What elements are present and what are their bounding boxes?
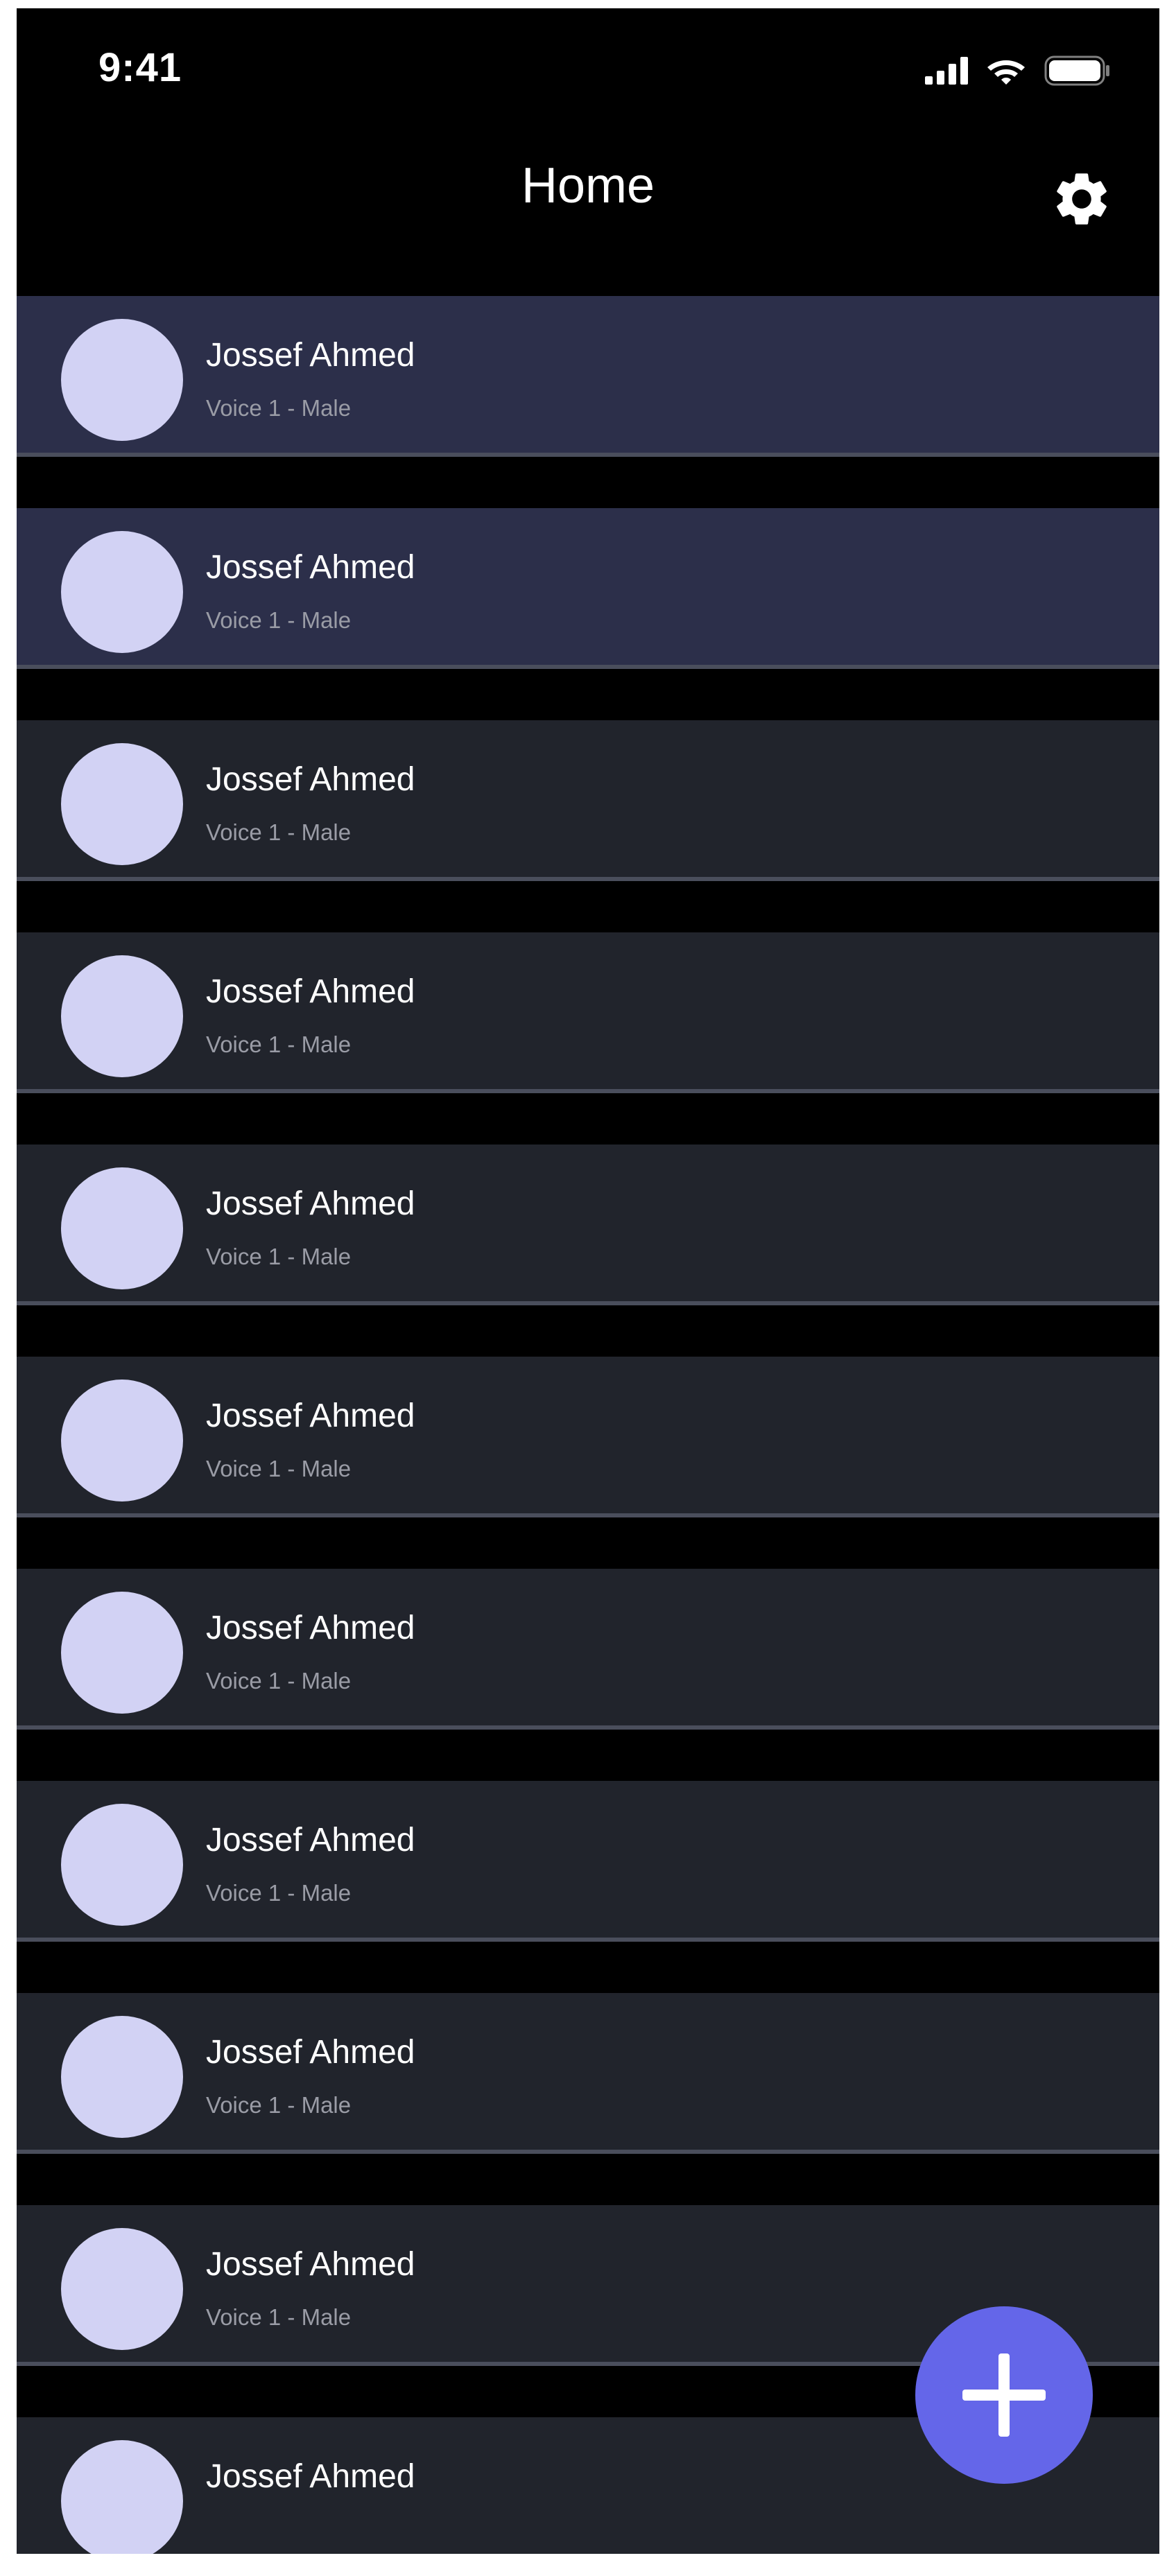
phone-screen: 9:41 Home Jossef Ahmed Voice 1 - Male Jo…	[17, 8, 1159, 2554]
list-item[interactable]: Jossef Ahmed Voice 1 - Male	[17, 508, 1159, 669]
contact-name: Jossef Ahmed	[206, 1822, 415, 1859]
settings-button[interactable]	[1050, 167, 1114, 231]
avatar	[61, 743, 183, 865]
contact-name: Jossef Ahmed	[206, 2458, 415, 2495]
avatar	[61, 1592, 183, 1714]
avatar	[61, 1167, 183, 1289]
avatar	[61, 2016, 183, 2138]
list-item[interactable]: Jossef Ahmed Voice 1 - Male	[17, 1357, 1159, 1517]
avatar	[61, 955, 183, 1077]
list-item[interactable]: Jossef Ahmed Voice 1 - Male	[17, 296, 1159, 457]
list-item[interactable]: Jossef Ahmed Voice 1 - Male	[17, 932, 1159, 1093]
contact-voice: Voice 1 - Male	[206, 607, 352, 633]
contact-name: Jossef Ahmed	[206, 549, 415, 586]
status-icons	[925, 55, 1111, 86]
contact-name: Jossef Ahmed	[206, 337, 415, 374]
add-contact-button[interactable]	[915, 2306, 1093, 2484]
contact-name: Jossef Ahmed	[206, 761, 415, 798]
contact-name: Jossef Ahmed	[206, 973, 415, 1010]
contact-voice: Voice 1 - Male	[206, 1880, 352, 1906]
list-item[interactable]: Jossef Ahmed Voice 1 - Male	[17, 1569, 1159, 1730]
status-bar: 9:41	[17, 8, 1159, 130]
avatar	[61, 319, 183, 441]
contact-voice: Voice 1 - Male	[206, 395, 352, 421]
contact-voice: Voice 1 - Male	[206, 819, 352, 845]
contact-voice: Voice 1 - Male	[206, 1456, 352, 1481]
contact-voice: Voice 1 - Male	[206, 1032, 352, 1057]
avatar	[61, 1380, 183, 1502]
list-item[interactable]: Jossef Ahmed Voice 1 - Male	[17, 1145, 1159, 1305]
contact-name: Jossef Ahmed	[206, 1610, 415, 1646]
list-item[interactable]: Jossef Ahmed Voice 1 - Male	[17, 1993, 1159, 2154]
contact-voice: Voice 1 - Male	[206, 2092, 352, 2118]
contact-name: Jossef Ahmed	[206, 1398, 415, 1434]
list-item[interactable]: Jossef Ahmed Voice 1 - Male	[17, 1781, 1159, 1942]
contact-list: Jossef Ahmed Voice 1 - Male Jossef Ahmed Vo…	[17, 296, 1159, 2554]
gear-icon	[1057, 173, 1107, 225]
avatar	[61, 2440, 183, 2554]
contact-name: Jossef Ahmed	[206, 2246, 415, 2283]
list-item[interactable]: Jossef Ahmed Voice 1 - Male	[17, 720, 1159, 881]
plus-icon	[962, 2353, 1046, 2437]
avatar	[61, 2228, 183, 2350]
contact-voice: Voice 1 - Male	[206, 2304, 352, 2330]
battery-icon	[1044, 55, 1109, 86]
avatar	[61, 1804, 183, 1926]
page-title: Home	[521, 158, 655, 214]
signal-icon	[925, 57, 968, 85]
contact-name: Jossef Ahmed	[206, 1185, 415, 1222]
wifi-icon	[987, 60, 1025, 85]
status-time: 9:41	[98, 45, 182, 90]
navigation-bar: Home	[17, 130, 1159, 296]
contact-voice: Voice 1 - Male	[206, 1244, 352, 1269]
avatar	[61, 531, 183, 653]
contact-name: Jossef Ahmed	[206, 2034, 415, 2071]
contact-voice: Voice 1 - Male	[206, 1668, 352, 1694]
